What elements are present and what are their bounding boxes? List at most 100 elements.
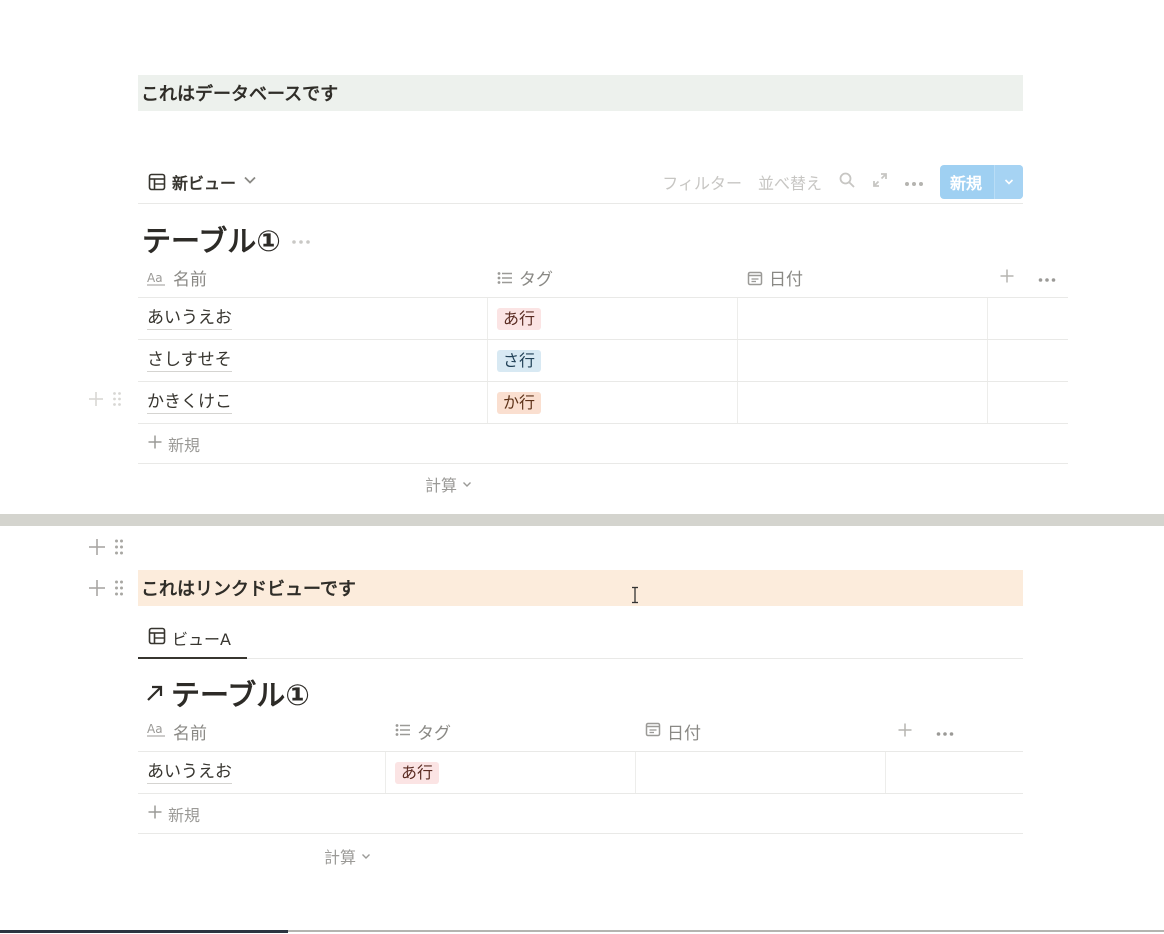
new-button-label: 新規 [949, 173, 982, 193]
drag-handle-icon[interactable] [114, 578, 124, 603]
column-header-tag[interactable]: タグ [488, 258, 738, 297]
add-row-button[interactable]: 新規 [138, 424, 1068, 464]
name-cell[interactable]: かきくけこ [138, 382, 488, 423]
chevron-down-icon [242, 172, 258, 192]
text-property-icon: Aa [147, 721, 167, 742]
new-record-button[interactable]: 新規 [939, 164, 1023, 199]
database-toolbar: 新ビュー フィルター 並べ替え 新規 [138, 160, 1023, 204]
linked-view-tabs: ビューA [138, 618, 1023, 659]
date-cell[interactable] [738, 298, 988, 339]
linked-table-body: あいうえお あ行 新規 [138, 752, 1023, 834]
row-name: あいうえお [147, 762, 232, 784]
chevron-down-icon [461, 475, 473, 494]
header-actions [886, 712, 1023, 751]
section-divider [0, 514, 1164, 526]
drag-handle-icon[interactable] [114, 537, 124, 562]
plus-icon [148, 434, 162, 453]
list-property-icon [395, 722, 411, 742]
block-handle[interactable] [88, 537, 124, 562]
filter-button[interactable]: フィルター [662, 170, 742, 194]
tag-cell[interactable]: さ行 [488, 340, 738, 381]
row-name: さしすせそ [147, 350, 232, 372]
column-header-date[interactable]: 日付 [738, 258, 988, 297]
sort-button[interactable]: 並べ替え [758, 170, 822, 194]
tag-cell[interactable]: あ行 [488, 298, 738, 339]
more-icon[interactable] [904, 172, 924, 191]
list-property-icon [497, 271, 513, 285]
calculate-label: 計算 [324, 848, 357, 867]
block-handle[interactable] [88, 578, 124, 603]
search-icon[interactable] [838, 171, 856, 193]
add-property-plus-icon[interactable] [898, 722, 912, 742]
tag-cell[interactable]: あ行 [386, 752, 636, 793]
database-title[interactable]: テーブル① [142, 218, 311, 260]
name-cell[interactable]: あいうえお [138, 752, 386, 793]
add-row-label: 新規 [168, 805, 201, 825]
table-row[interactable]: さしすせそ さ行 [138, 340, 1068, 382]
add-row-button[interactable]: 新規 [138, 794, 1023, 834]
empty-cell [886, 752, 1023, 793]
progress-indicator [0, 930, 288, 933]
callout-text: これはデータベースです [141, 84, 339, 105]
column-label: タグ [519, 270, 553, 290]
plus-icon[interactable] [88, 388, 104, 413]
column-header-name[interactable]: Aa 名前 [138, 258, 488, 297]
callout-database[interactable]: これはデータベースです [138, 75, 1023, 111]
svg-text:Aa: Aa [147, 271, 163, 285]
calendar-icon [747, 270, 763, 286]
tab-view-a[interactable]: ビューA [138, 618, 247, 659]
column-label: 日付 [667, 724, 701, 744]
add-property-plus-icon[interactable] [1000, 268, 1014, 288]
callout-linked-view[interactable]: これはリンクドビューです [138, 570, 1023, 606]
table-row[interactable]: あいうえお あ行 [138, 298, 1068, 340]
calculate-button[interactable]: 計算 [425, 472, 473, 496]
empty-cell [988, 340, 1068, 381]
text-property-icon: Aa [147, 270, 167, 286]
linked-database-title[interactable]: テーブル① [145, 672, 310, 714]
table-header: Aa 名前 タグ 日付 [138, 258, 1068, 298]
plus-icon[interactable] [88, 537, 106, 562]
table-row[interactable]: かきくけこ か行 [138, 382, 1068, 424]
view-selector-button[interactable]: 新ビュー [148, 170, 258, 194]
table-icon [148, 627, 166, 649]
text-cursor-icon [630, 586, 640, 608]
row-name: あいうえお [147, 308, 232, 330]
table-icon [148, 173, 166, 191]
drag-handle-icon[interactable] [112, 388, 122, 413]
expand-icon[interactable] [872, 172, 888, 192]
date-cell[interactable] [738, 340, 988, 381]
calendar-icon [645, 721, 661, 742]
chevron-down-icon[interactable] [994, 164, 1023, 199]
name-cell[interactable]: あいうえお [138, 298, 488, 339]
table-body: あいうえお あ行 さしすせそ さ行 かきくけこ か行 新規 [138, 298, 1068, 464]
calculate-button[interactable]: 計算 [324, 844, 372, 868]
empty-cell [988, 298, 1068, 339]
tag-badge: か行 [497, 391, 542, 414]
tag-cell[interactable]: か行 [488, 382, 738, 423]
date-cell[interactable] [738, 382, 988, 423]
row-handle[interactable] [88, 388, 122, 413]
column-header-name[interactable]: Aa 名前 [138, 712, 386, 751]
svg-text:Aa: Aa [147, 722, 163, 736]
tag-badge: あ行 [395, 761, 440, 784]
column-label: 名前 [173, 724, 207, 744]
plus-icon[interactable] [88, 578, 106, 603]
row-name: かきくけこ [147, 392, 232, 414]
linked-title-text: テーブル① [171, 678, 310, 712]
column-label: 名前 [173, 270, 207, 290]
header-actions [988, 258, 1068, 297]
name-cell[interactable]: さしすせそ [138, 340, 488, 381]
add-row-label: 新規 [168, 435, 201, 455]
callout-text: これはリンクドビューです [141, 579, 356, 600]
tag-badge: あ行 [497, 307, 542, 330]
more-icon[interactable] [1038, 268, 1056, 288]
column-header-tag[interactable]: タグ [386, 712, 636, 751]
column-header-date[interactable]: 日付 [636, 712, 886, 751]
chevron-down-icon [360, 847, 372, 866]
link-arrow-icon [145, 676, 165, 710]
date-cell[interactable] [636, 752, 886, 793]
table-row[interactable]: あいうえお あ行 [138, 752, 1023, 794]
calculate-label: 計算 [425, 476, 458, 495]
more-icon[interactable] [291, 229, 311, 250]
more-icon[interactable] [936, 722, 954, 742]
